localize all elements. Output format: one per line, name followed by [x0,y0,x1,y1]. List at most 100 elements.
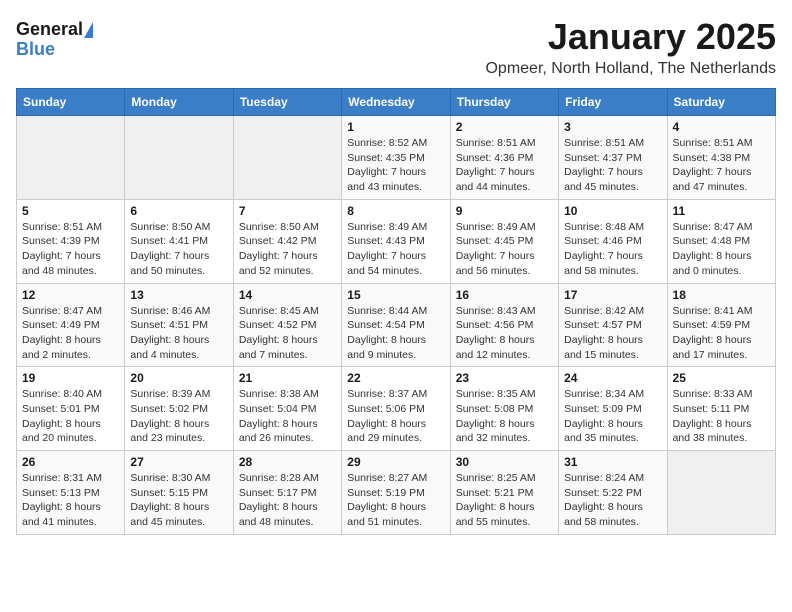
calendar-day-cell: 13 Sunrise: 8:46 AM Sunset: 4:51 PM Dayli… [125,283,233,367]
day-number: 5 [22,204,119,218]
calendar-day-cell: 17 Sunrise: 8:42 AM Sunset: 4:57 PM Dayli… [559,283,667,367]
calendar-day-cell: 8 Sunrise: 8:49 AM Sunset: 4:43 PM Daylig… [342,199,450,283]
calendar-day-cell: 12Sunrise: 8:47 AM Sunset: 4:49 PM Dayli… [17,283,125,367]
day-info: Sunrise: 8:39 AM Sunset: 5:02 PM Dayligh… [130,387,227,446]
day-info: Sunrise: 8:50 AM Sunset: 4:42 PM Dayligh… [239,220,336,279]
day-number: 1 [347,120,444,134]
day-info: Sunrise: 8:51 AM Sunset: 4:38 PM Dayligh… [673,136,770,195]
day-number: 6 [130,204,227,218]
weekday-header: Tuesday [233,89,341,116]
calendar-day-cell: 6 Sunrise: 8:50 AM Sunset: 4:41 PM Daylig… [125,199,233,283]
calendar-day-cell: 29 Sunrise: 8:27 AM Sunset: 5:19 PM Dayli… [342,451,450,535]
weekday-header: Sunday [17,89,125,116]
day-info: Sunrise: 8:45 AM Sunset: 4:52 PM Dayligh… [239,304,336,363]
day-info: Sunrise: 8:52 AM Sunset: 4:35 PM Dayligh… [347,136,444,195]
day-info: Sunrise: 8:27 AM Sunset: 5:19 PM Dayligh… [347,471,444,530]
day-info: Sunrise: 8:50 AM Sunset: 4:41 PM Dayligh… [130,220,227,279]
day-info: Sunrise: 8:51 AM Sunset: 4:37 PM Dayligh… [564,136,661,195]
page-header: General Blue January 2025 Opmeer, North … [16,16,776,78]
day-info: Sunrise: 8:42 AM Sunset: 4:57 PM Dayligh… [564,304,661,363]
calendar-day-cell: 16 Sunrise: 8:43 AM Sunset: 4:56 PM Dayli… [450,283,558,367]
calendar-day-cell: 26Sunrise: 8:31 AM Sunset: 5:13 PM Dayli… [17,451,125,535]
weekday-header: Wednesday [342,89,450,116]
logo-general-text: General [16,20,83,40]
day-info: Sunrise: 8:47 AM Sunset: 4:48 PM Dayligh… [673,220,770,279]
calendar-week-row: 26Sunrise: 8:31 AM Sunset: 5:13 PM Dayli… [17,451,776,535]
day-number: 16 [456,288,553,302]
day-number: 29 [347,455,444,469]
day-info: Sunrise: 8:48 AM Sunset: 4:46 PM Dayligh… [564,220,661,279]
calendar-day-cell: 3 Sunrise: 8:51 AM Sunset: 4:37 PM Daylig… [559,116,667,200]
calendar-day-cell: 27 Sunrise: 8:30 AM Sunset: 5:15 PM Dayli… [125,451,233,535]
day-number: 8 [347,204,444,218]
day-number: 11 [673,204,770,218]
day-number: 23 [456,371,553,385]
day-number: 14 [239,288,336,302]
day-number: 19 [22,371,119,385]
calendar-day-cell: 7 Sunrise: 8:50 AM Sunset: 4:42 PM Daylig… [233,199,341,283]
day-number: 25 [673,371,770,385]
day-number: 15 [347,288,444,302]
calendar-day-cell: 19Sunrise: 8:40 AM Sunset: 5:01 PM Dayli… [17,367,125,451]
calendar-day-cell: 24Sunrise: 8:34 AM Sunset: 5:09 PM Dayli… [559,367,667,451]
day-number: 27 [130,455,227,469]
day-number: 9 [456,204,553,218]
day-info: Sunrise: 8:49 AM Sunset: 4:45 PM Dayligh… [456,220,553,279]
day-number: 12 [22,288,119,302]
day-info: Sunrise: 8:41 AM Sunset: 4:59 PM Dayligh… [673,304,770,363]
calendar-week-row: 12Sunrise: 8:47 AM Sunset: 4:49 PM Dayli… [17,283,776,367]
day-info: Sunrise: 8:49 AM Sunset: 4:43 PM Dayligh… [347,220,444,279]
day-number: 28 [239,455,336,469]
calendar-day-cell: 1 Sunrise: 8:52 AM Sunset: 4:35 PM Daylig… [342,116,450,200]
day-info: Sunrise: 8:51 AM Sunset: 4:36 PM Dayligh… [456,136,553,195]
day-info: Sunrise: 8:24 AM Sunset: 5:22 PM Dayligh… [564,471,661,530]
day-number: 20 [130,371,227,385]
calendar-week-row: 19Sunrise: 8:40 AM Sunset: 5:01 PM Dayli… [17,367,776,451]
day-number: 21 [239,371,336,385]
calendar-day-cell: 25 Sunrise: 8:33 AM Sunset: 5:11 PM Dayli… [667,367,775,451]
day-number: 30 [456,455,553,469]
day-number: 17 [564,288,661,302]
day-info: Sunrise: 8:37 AM Sunset: 5:06 PM Dayligh… [347,387,444,446]
day-info: Sunrise: 8:43 AM Sunset: 4:56 PM Dayligh… [456,304,553,363]
weekday-header: Thursday [450,89,558,116]
calendar-header-row: SundayMondayTuesdayWednesdayThursdayFrid… [17,89,776,116]
calendar-day-cell: 20 Sunrise: 8:39 AM Sunset: 5:02 PM Dayli… [125,367,233,451]
calendar-table: SundayMondayTuesdayWednesdayThursdayFrid… [16,88,776,535]
day-number: 10 [564,204,661,218]
calendar-day-cell: 22 Sunrise: 8:37 AM Sunset: 5:06 PM Dayli… [342,367,450,451]
day-info: Sunrise: 8:34 AM Sunset: 5:09 PM Dayligh… [564,387,661,446]
logo-blue-text: Blue [16,40,55,60]
day-info: Sunrise: 8:28 AM Sunset: 5:17 PM Dayligh… [239,471,336,530]
day-info: Sunrise: 8:33 AM Sunset: 5:11 PM Dayligh… [673,387,770,446]
calendar-week-row: 5Sunrise: 8:51 AM Sunset: 4:39 PM Daylig… [17,199,776,283]
day-info: Sunrise: 8:30 AM Sunset: 5:15 PM Dayligh… [130,471,227,530]
calendar-day-cell: 5Sunrise: 8:51 AM Sunset: 4:39 PM Daylig… [17,199,125,283]
calendar-day-cell: 31 Sunrise: 8:24 AM Sunset: 5:22 PM Dayli… [559,451,667,535]
calendar-day-cell [125,116,233,200]
weekday-header: Saturday [667,89,775,116]
day-number: 22 [347,371,444,385]
day-number: 3 [564,120,661,134]
calendar-day-cell: 9 Sunrise: 8:49 AM Sunset: 4:45 PM Daylig… [450,199,558,283]
day-info: Sunrise: 8:46 AM Sunset: 4:51 PM Dayligh… [130,304,227,363]
calendar-day-cell: 30 Sunrise: 8:25 AM Sunset: 5:21 PM Dayli… [450,451,558,535]
calendar-day-cell: 10 Sunrise: 8:48 AM Sunset: 4:46 PM Dayli… [559,199,667,283]
day-number: 13 [130,288,227,302]
day-number: 4 [673,120,770,134]
calendar-day-cell: 15Sunrise: 8:44 AM Sunset: 4:54 PM Dayli… [342,283,450,367]
day-info: Sunrise: 8:31 AM Sunset: 5:13 PM Dayligh… [22,471,119,530]
day-number: 18 [673,288,770,302]
calendar-day-cell: 2Sunrise: 8:51 AM Sunset: 4:36 PM Daylig… [450,116,558,200]
day-number: 7 [239,204,336,218]
calendar-day-cell [667,451,775,535]
calendar-day-cell: 4 Sunrise: 8:51 AM Sunset: 4:38 PM Daylig… [667,116,775,200]
day-number: 31 [564,455,661,469]
day-info: Sunrise: 8:38 AM Sunset: 5:04 PM Dayligh… [239,387,336,446]
title-area: January 2025 Opmeer, North Holland, The … [485,16,776,78]
location-title: Opmeer, North Holland, The Netherlands [485,60,776,78]
logo-triangle-icon [84,22,93,38]
weekday-header: Monday [125,89,233,116]
day-info: Sunrise: 8:25 AM Sunset: 5:21 PM Dayligh… [456,471,553,530]
calendar-day-cell: 23Sunrise: 8:35 AM Sunset: 5:08 PM Dayli… [450,367,558,451]
